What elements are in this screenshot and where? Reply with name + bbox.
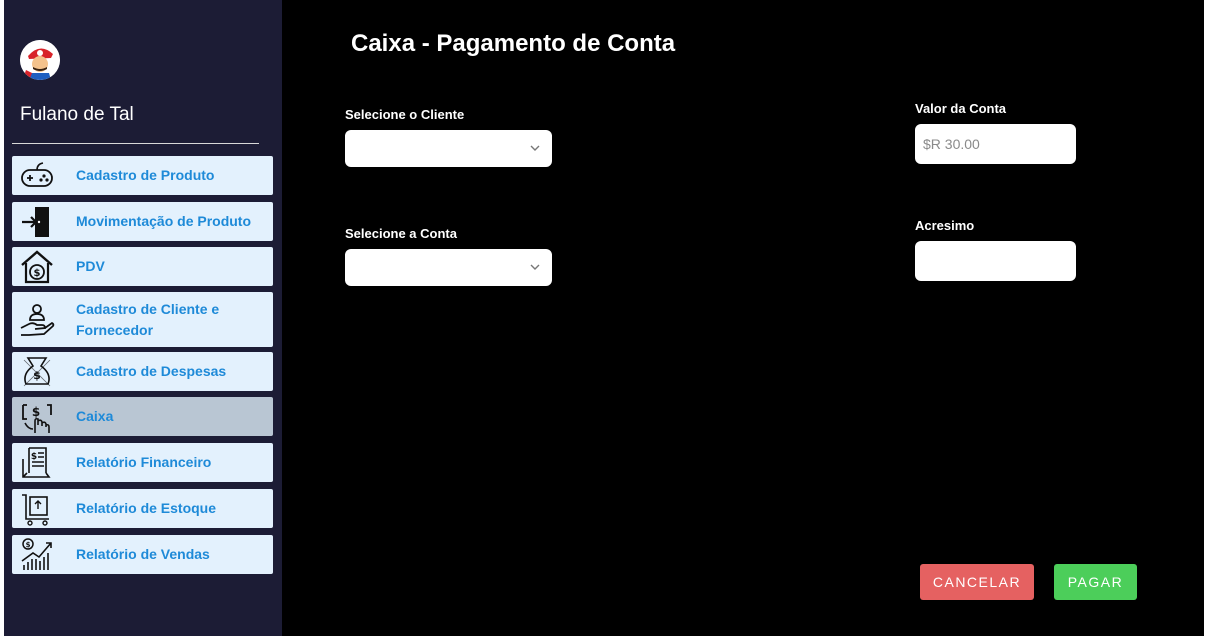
chevron-down-icon xyxy=(530,145,540,151)
hand-person-icon xyxy=(12,292,62,347)
sidebar-item-cadastro-cliente-fornecedor[interactable]: Cadastro de Cliente e Fornecedor xyxy=(12,292,273,347)
cliente-select[interactable] xyxy=(345,130,552,167)
sidebar-item-label: Cadastro de Cliente e Fornecedor xyxy=(76,300,220,338)
svg-text:$: $ xyxy=(26,541,31,549)
sidebar-item-caixa[interactable]: $ Caixa xyxy=(12,397,273,436)
sidebar-item-pdv[interactable]: $ PDV xyxy=(12,247,273,286)
sidebar-item-label: Movimentação de Produto xyxy=(76,213,252,229)
money-bag-hand-icon: $ xyxy=(12,352,62,391)
sidebar-item-relatorio-vendas[interactable]: $ Relatório de Vendas xyxy=(12,535,273,574)
financial-report-icon: $ xyxy=(12,443,62,482)
sidebar: Fulano de Tal Cadastro de Produto Movime… xyxy=(4,0,282,636)
sidebar-divider xyxy=(12,143,259,144)
sidebar-item-label: Relatório de Estoque xyxy=(76,500,217,516)
mario-avatar-icon xyxy=(20,40,60,80)
acresimo-label: Acresimo xyxy=(915,218,975,233)
app-window: Fulano de Tal Cadastro de Produto Movime… xyxy=(4,0,1204,636)
house-money-icon: $ xyxy=(12,247,62,286)
sidebar-item-relatorio-financeiro[interactable]: $ Relatório Financeiro xyxy=(12,443,273,482)
sidebar-item-label: Cadastro de Despesas xyxy=(76,363,227,379)
sidebar-item-relatorio-estoque[interactable]: Relatório de Estoque xyxy=(12,489,273,528)
avatar[interactable] xyxy=(20,40,60,80)
sidebar-item-label: Cadastro de Produto xyxy=(76,167,215,183)
conta-select[interactable] xyxy=(345,249,552,286)
sidebar-item-label: PDV xyxy=(76,258,105,274)
sidebar-item-cadastro-produto[interactable]: Cadastro de Produto xyxy=(12,156,273,195)
svg-text:$: $ xyxy=(34,268,41,279)
conta-label: Selecione a Conta xyxy=(345,226,457,241)
acresimo-field[interactable] xyxy=(915,241,1076,281)
sidebar-item-movimentacao-produto[interactable]: Movimentação de Produto xyxy=(12,202,273,241)
sidebar-item-label: Relatório Financeiro xyxy=(76,454,212,470)
cash-hand-icon: $ xyxy=(12,397,62,436)
valor-field[interactable] xyxy=(915,124,1076,164)
cancel-button[interactable]: CANCELAR xyxy=(920,564,1034,600)
sidebar-item-label: Relatório de Vendas xyxy=(76,546,210,562)
user-name: Fulano de Tal xyxy=(20,104,134,125)
svg-text:$: $ xyxy=(31,452,37,462)
svg-text:$: $ xyxy=(32,405,40,419)
cliente-label: Selecione o Cliente xyxy=(345,107,465,122)
main-content: Caixa - Pagamento de Conta Selecione o C… xyxy=(282,0,1204,636)
stock-cart-icon xyxy=(12,489,62,528)
door-enter-icon xyxy=(12,202,62,241)
page-title: Caixa - Pagamento de Conta xyxy=(351,30,676,57)
valor-label: Valor da Conta xyxy=(915,101,1007,116)
gamepad-icon xyxy=(12,156,62,195)
sidebar-item-cadastro-despesas[interactable]: $ Cadastro de Despesas xyxy=(12,352,273,391)
sidebar-item-label: Caixa xyxy=(76,408,114,424)
pay-button[interactable]: PAGAR xyxy=(1054,564,1137,600)
sales-chart-icon: $ xyxy=(12,535,62,574)
chevron-down-icon xyxy=(530,264,540,270)
